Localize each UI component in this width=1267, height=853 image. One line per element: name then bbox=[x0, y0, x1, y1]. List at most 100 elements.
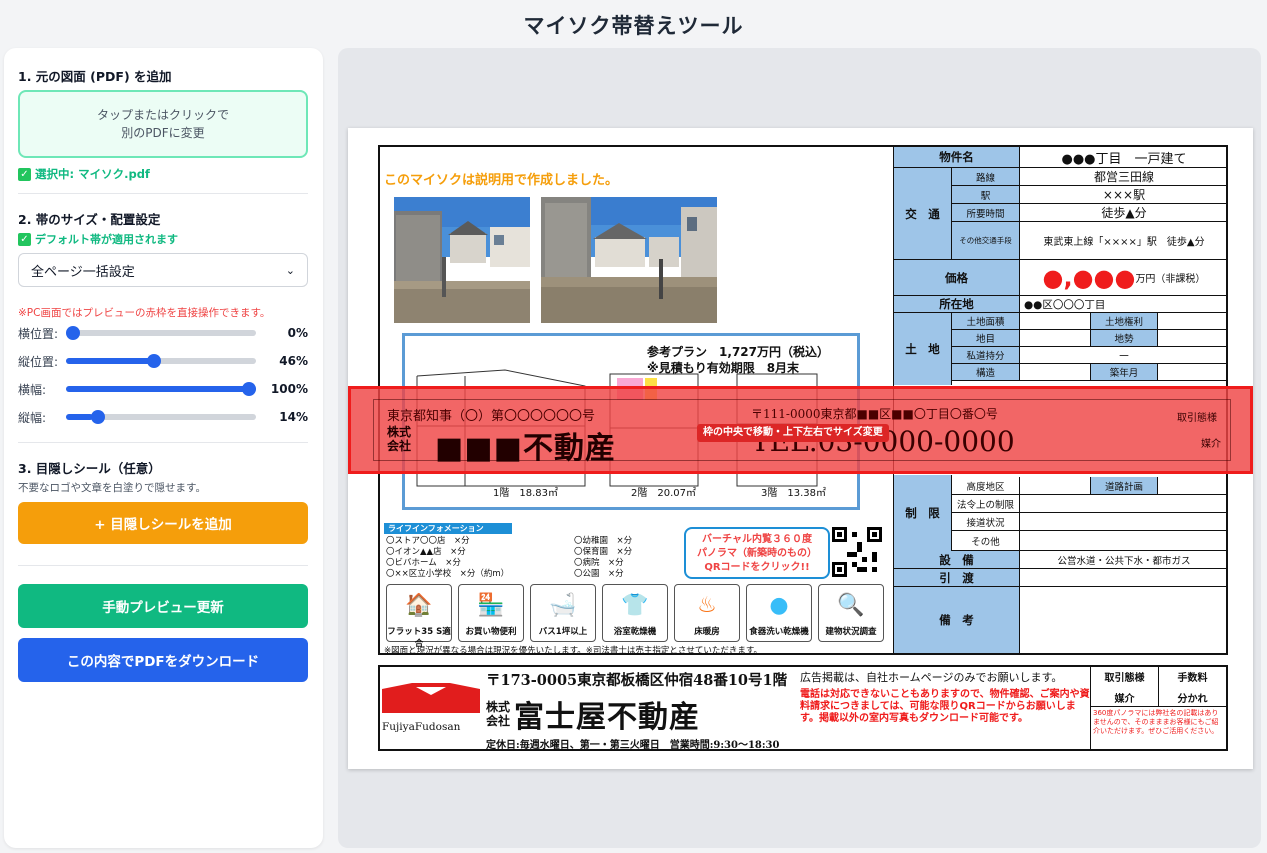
obi-company-name: ■■■不動産 bbox=[435, 431, 617, 466]
page-mode-select[interactable]: 全ページ一括設定 ⌄ bbox=[18, 253, 308, 287]
pdf-dropzone[interactable]: タップまたはクリックで 別のPDFに変更 bbox=[18, 90, 308, 158]
slider-width[interactable]: 横幅: 100% bbox=[18, 379, 308, 399]
section3-title: 3. 目隠しシール（任意） bbox=[18, 461, 161, 476]
download-pdf-button[interactable]: この内容でPDFをダウンロード bbox=[18, 638, 308, 682]
footer-corp-prefix: 株式 会社 bbox=[486, 700, 511, 728]
slider-x-track[interactable] bbox=[66, 326, 256, 340]
obi-corp-prefix: 株式 会社 bbox=[387, 425, 412, 453]
slider-height-thumb[interactable] bbox=[90, 410, 105, 424]
obi-baikai-label: 媒介 bbox=[1201, 439, 1221, 450]
kodo-label: 高度地区 bbox=[952, 477, 1020, 494]
preview-update-button[interactable]: 手動プレビュー更新 bbox=[18, 584, 308, 628]
kotsu-label: 交 通 bbox=[894, 168, 952, 260]
obi-drag-hint: 枠の中央で移動・上下左右でサイズ変更 bbox=[697, 424, 889, 442]
bukken-label: 物件名 bbox=[894, 147, 1020, 167]
kozo-label: 構造 bbox=[952, 364, 1020, 380]
life-item: 〇イオン▲▲店 ×分 bbox=[386, 547, 466, 557]
slider-y-track[interactable] bbox=[66, 354, 256, 368]
chimoku-label: 地目 bbox=[952, 330, 1020, 346]
footer-fee-label: 手数料 bbox=[1177, 673, 1208, 684]
site-photo-2 bbox=[541, 197, 717, 323]
divider bbox=[18, 565, 308, 566]
flat35-icon: 🏠 フラット35 S適合 bbox=[386, 584, 452, 649]
pc-note: ※PC画面ではプレビューの赤枠を直接操作できます。 bbox=[18, 307, 271, 319]
inspection-icon: 🔍 建物状況調査 bbox=[818, 584, 884, 642]
slider-height-track[interactable] bbox=[66, 410, 256, 424]
icon-label: 床暖房 bbox=[694, 627, 720, 637]
footer-company-name: 富士屋不動産 bbox=[514, 700, 701, 735]
footer-address: 〒173-0005東京都板橋区仲宿48番10号1階 bbox=[486, 672, 788, 689]
slider-width-track[interactable] bbox=[66, 382, 256, 396]
obi-torihiki-label: 取引態様 bbox=[1177, 413, 1217, 424]
setsubi-label: 設 備 bbox=[894, 551, 1020, 568]
seigen-label: 制 限 bbox=[894, 475, 952, 551]
icon-label: 浴室乾燥機 bbox=[613, 627, 657, 637]
vr-line2: パノラマ（新築時のもの） bbox=[697, 548, 817, 559]
footer-red-note: 電話は対応できないこともありますので、物件確認、ご案内や資料請求につきましては、… bbox=[800, 689, 1090, 724]
rosen-label: 路線 bbox=[952, 168, 1020, 185]
footer-fee-value: 分かれ bbox=[1177, 694, 1208, 705]
address-value: ●●区〇〇〇丁目 bbox=[1024, 298, 1106, 311]
slider-y[interactable]: 縦位置: 46% bbox=[18, 351, 308, 371]
chisei-label: 地勢 bbox=[1090, 330, 1158, 346]
vr-tour-box: バーチャル内覧３６０度 パノラマ（新築時のもの） QRコードをクリック!! bbox=[684, 527, 830, 579]
slider-x-thumb[interactable] bbox=[66, 326, 80, 340]
land-right-label: 土地権利 bbox=[1090, 313, 1158, 329]
life-item: 〇病院 ×分 bbox=[574, 558, 624, 568]
chevron-down-icon: ⌄ bbox=[285, 263, 295, 277]
life-item: 〇ビバホーム ×分 bbox=[386, 558, 461, 568]
bath-icon: 🛁 バス1坪以上 bbox=[530, 584, 596, 642]
slider-y-thumb[interactable] bbox=[146, 354, 161, 368]
slider-width-value: 100% bbox=[270, 382, 308, 396]
dishwasher-icon: ● 食器洗い乾燥機 bbox=[746, 584, 812, 642]
life-item: 〇公園 ×分 bbox=[574, 569, 624, 579]
slider-width-label: 横幅: bbox=[18, 382, 47, 397]
logo-text: FujiyaFudosan bbox=[382, 721, 461, 733]
divider bbox=[18, 193, 308, 194]
footer-torihiki: 取引態様 媒介 bbox=[1090, 667, 1158, 707]
doro-label: 道路計画 bbox=[1090, 477, 1158, 494]
add-seal-button[interactable]: + 目隠しシールを追加 bbox=[18, 502, 308, 544]
selected-file-label: 選択中: マイソク.pdf bbox=[35, 167, 150, 181]
plan-price: 参考プラン 1,727万円（税込） ※見積もり有効期限 8月末 bbox=[647, 344, 829, 376]
sample-note: このマイソクは説明用で作成しました。 bbox=[384, 173, 619, 188]
sonota-label: その他 bbox=[952, 531, 1020, 550]
slider-x-value: 0% bbox=[287, 326, 308, 340]
obi-license: 東京都知事（〇）第〇〇〇〇〇〇号 bbox=[387, 409, 596, 424]
section2-title: 2. 帯のサイズ・配置設定 bbox=[18, 212, 161, 227]
slider-height-label: 縦幅: bbox=[18, 410, 47, 425]
jikan-label: 所要時間 bbox=[952, 204, 1020, 221]
slider-width-thumb[interactable] bbox=[242, 382, 256, 396]
app-title: マイソク帯替えツール bbox=[523, 14, 744, 38]
company-footer: FujiyaFudosan 〒173-0005東京都板橋区仲宿48番10号1階 … bbox=[378, 665, 1228, 751]
slider-x[interactable]: 横位置: 0% bbox=[18, 323, 308, 343]
icon-label: 建物状況調査 bbox=[825, 627, 877, 637]
floor-heating-icon: ♨ 床暖房 bbox=[674, 584, 740, 642]
qr-code-icon bbox=[832, 527, 882, 577]
life-item: 〇保育園 ×分 bbox=[574, 547, 633, 557]
other-transport-label: その他交通手段 bbox=[952, 222, 1020, 259]
setsudo-label: 接道状況 bbox=[952, 513, 1020, 530]
shopping-icon: 🏪 お買い物便利 bbox=[458, 584, 524, 642]
shido-value: － bbox=[1117, 348, 1130, 363]
footer-torihiki-value: 媒介 bbox=[1114, 694, 1135, 705]
chikunen-label: 築年月 bbox=[1090, 364, 1158, 380]
site-photo-1 bbox=[394, 197, 530, 323]
obi-overlay-frame[interactable]: 東京都知事（〇）第〇〇〇〇〇〇号 株式 会社 ■■■不動産 〒111-0000東京… bbox=[348, 386, 1253, 474]
other-transport-value: 東武東上線「××××」駅 徒歩▲分 bbox=[1043, 237, 1205, 248]
slider-y-label: 縦位置: bbox=[18, 354, 59, 369]
price-unit: 万円（非課税） bbox=[1135, 274, 1206, 285]
life-item: 〇幼稚園 ×分 bbox=[574, 536, 633, 546]
slider-x-label: 横位置: bbox=[18, 326, 59, 341]
footer-notes: 広告掲載は、自社ホームページのみでお願いします。 電話は対応できないこともありま… bbox=[800, 669, 1090, 725]
bukken-value: ●●●丁目 一戸建て bbox=[1061, 151, 1187, 167]
footer-small-note: 360度パノラマには弊社名の記載はありませんので、そのまままお客様にもご紹介いた… bbox=[1090, 707, 1226, 749]
settings-panel: 1. 元の図面 (PDF) を追加 タップまたはクリックで 別のPDFに変更 ✓… bbox=[4, 48, 323, 848]
slider-height-value: 14% bbox=[279, 410, 308, 424]
tochi-label: 土 地 bbox=[894, 313, 952, 385]
slider-height[interactable]: 縦幅: 14% bbox=[18, 407, 308, 427]
floor-1-area: 1階 18.83㎡ bbox=[493, 488, 558, 499]
dropzone-line1: タップまたはクリックで bbox=[96, 108, 229, 122]
address-label: 所在地 bbox=[894, 296, 1020, 312]
land-area-label: 土地面積 bbox=[952, 313, 1020, 329]
